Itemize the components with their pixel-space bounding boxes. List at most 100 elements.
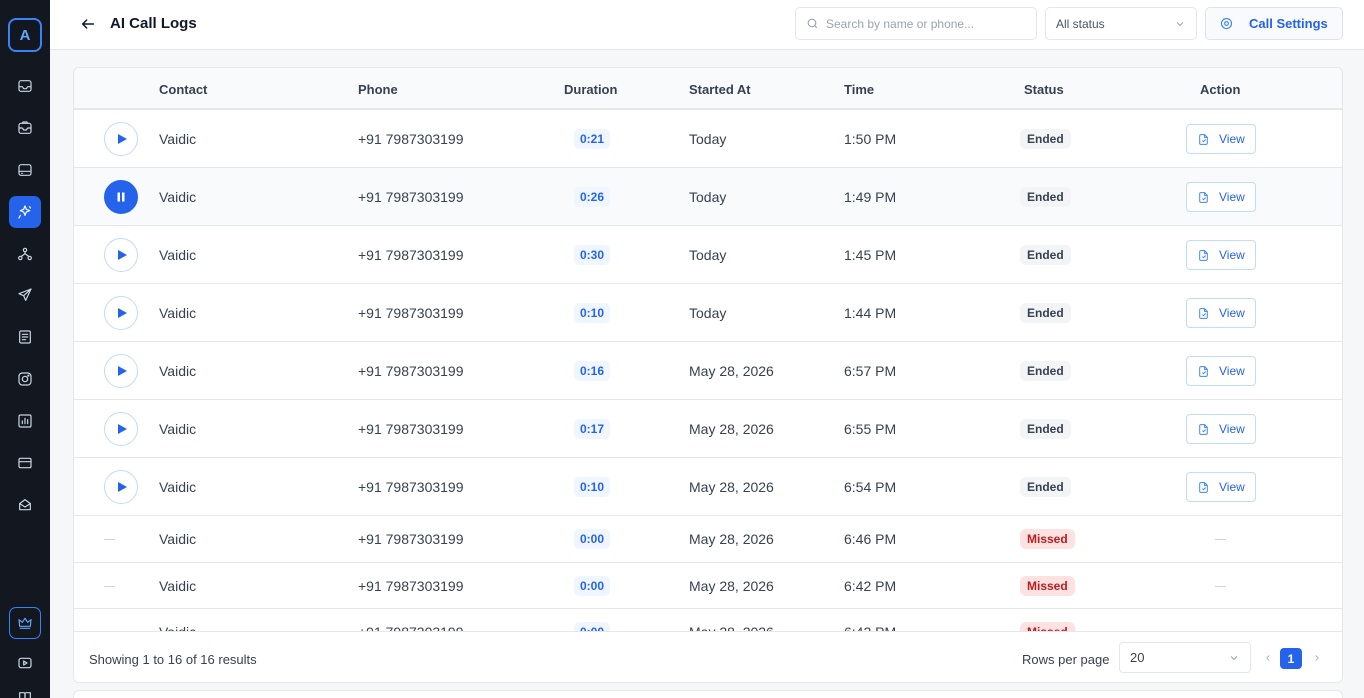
duration-badge: 0:00	[574, 575, 610, 596]
sidebar-item-flows[interactable]	[9, 238, 41, 270]
table-row[interactable]: Vaidic +91 7987303199 0:00 May 28, 2026 6:42…	[74, 609, 1342, 631]
duration-badge: 0:26	[574, 187, 610, 207]
page-button-current[interactable]: 1	[1280, 648, 1302, 669]
contact-name[interactable]: Vaidic	[159, 624, 196, 631]
table-row[interactable]: Vaidic +91 7987303199 0:16 May 28, 2026 6:57…	[74, 342, 1342, 400]
play-button[interactable]	[104, 412, 138, 446]
view-button[interactable]: View	[1186, 356, 1256, 386]
play-button[interactable]	[104, 354, 138, 388]
view-button[interactable]: View	[1186, 414, 1256, 444]
table-row[interactable]: Vaidic +91 7987303199 0:30 Today 1:45 PM Ende…	[74, 226, 1342, 284]
phone-number: +91 7987303199	[358, 131, 464, 147]
rows-per-page-select[interactable]: 20	[1119, 642, 1251, 673]
card-icon	[18, 457, 32, 469]
sidebar-item-premium[interactable]	[9, 607, 41, 639]
column-header-contact[interactable]: Contact	[159, 82, 207, 97]
table-row[interactable]: Vaidic +91 7987303199 0:10 Today 1:44 PM Ende…	[74, 284, 1342, 342]
sidebar-item-integrations[interactable]	[9, 489, 41, 521]
started-at: Today	[689, 131, 727, 147]
contact-name[interactable]: Vaidic	[159, 363, 196, 379]
sidebar-item-broadcast[interactable]	[9, 279, 41, 311]
table-row[interactable]: Vaidic +91 7987303199 0:21 Today 1:50 PM Ende…	[74, 110, 1342, 168]
view-button[interactable]: View	[1186, 298, 1256, 328]
chevron-left-icon	[1266, 655, 1270, 661]
view-button-label: View	[1219, 248, 1245, 262]
duration-badge: 0:30	[574, 245, 610, 265]
sidebar-item-docs[interactable]	[9, 682, 41, 698]
column-header-phone[interactable]: Phone	[358, 82, 398, 97]
play-icon	[118, 482, 127, 492]
next-section-edge	[73, 690, 1343, 698]
search-icon	[807, 18, 818, 29]
view-button[interactable]: View	[1186, 124, 1256, 154]
status-filter-select[interactable]: All status	[1045, 7, 1197, 40]
view-button[interactable]: View	[1186, 182, 1256, 212]
call-settings-button[interactable]: Call Settings	[1205, 7, 1343, 40]
sidebar-item-video[interactable]	[9, 647, 41, 679]
status-badge: Ended	[1020, 303, 1071, 323]
play-button[interactable]	[104, 238, 138, 272]
duration-badge: 0:00	[574, 529, 610, 550]
view-button[interactable]: View	[1186, 472, 1256, 502]
chart-icon	[18, 414, 32, 428]
document-icon	[1199, 307, 1208, 319]
prev-page-button[interactable]	[1261, 650, 1275, 666]
phone-number: +91 7987303199	[358, 479, 464, 495]
sidebar-item-billing[interactable]	[9, 447, 41, 479]
network-icon	[18, 247, 32, 261]
no-recording-dash	[104, 585, 115, 587]
view-button-label: View	[1219, 190, 1245, 204]
next-page-button[interactable]	[1310, 650, 1324, 666]
back-button[interactable]	[78, 14, 98, 34]
started-at: May 28, 2026	[689, 421, 774, 437]
column-header-started-at[interactable]: Started At	[689, 82, 751, 97]
table-row[interactable]: Vaidic +91 7987303199 0:10 May 28, 2026 6:54…	[74, 458, 1342, 516]
contact-name[interactable]: Vaidic	[159, 131, 196, 147]
play-button[interactable]	[104, 470, 138, 504]
sidebar-item-analytics[interactable]	[9, 405, 41, 437]
play-button[interactable]	[104, 122, 138, 156]
call-time: 1:50 PM	[844, 131, 897, 147]
sidebar-item-storage[interactable]	[9, 154, 41, 186]
sidebar-item-templates[interactable]	[9, 321, 41, 353]
contact-name[interactable]: Vaidic	[159, 247, 196, 263]
table-row[interactable]: Vaidic +91 7987303199 0:17 May 28, 2026 6:55…	[74, 400, 1342, 458]
play-icon	[118, 308, 127, 318]
pause-button[interactable]	[104, 180, 138, 214]
inbox-icon	[18, 80, 32, 92]
contact-name[interactable]: Vaidic	[159, 578, 196, 594]
play-icon	[118, 366, 127, 376]
contact-name[interactable]: Vaidic	[159, 305, 196, 321]
package-icon	[19, 499, 31, 511]
chevron-down-icon	[1176, 21, 1184, 26]
contact-name[interactable]: Vaidic	[159, 189, 196, 205]
column-header-time[interactable]: Time	[844, 82, 874, 97]
table-row[interactable]: Vaidic +91 7987303199 0:00 May 28, 2026 6:42…	[74, 562, 1342, 609]
call-time: 1:45 PM	[844, 247, 897, 263]
sidebar-item-campaigns[interactable]	[9, 112, 41, 144]
call-time: 6:42 PM	[844, 624, 896, 631]
play-button[interactable]	[104, 296, 138, 330]
app-logo[interactable]: A	[8, 18, 42, 52]
search-input[interactable]	[826, 16, 1026, 31]
contact-name[interactable]: Vaidic	[159, 479, 196, 495]
view-button[interactable]: View	[1186, 240, 1256, 270]
sidebar-item-instagram[interactable]	[9, 363, 41, 395]
table-row[interactable]: Vaidic +91 7987303199 0:26 Today 1:49 PM Ende…	[74, 168, 1342, 226]
search-box[interactable]	[795, 7, 1037, 40]
contact-name[interactable]: Vaidic	[159, 531, 196, 547]
contact-name[interactable]: Vaidic	[159, 421, 196, 437]
document-icon	[1199, 365, 1208, 377]
call-time: 6:46 PM	[844, 531, 897, 548]
column-header-status[interactable]: Status	[1024, 82, 1064, 97]
chevron-down-icon	[1230, 655, 1238, 660]
status-filter-value: All status	[1056, 16, 1105, 31]
sidebar-item-inbox[interactable]	[9, 70, 41, 102]
duration-badge: 0:16	[574, 361, 610, 381]
sidebar-item-ai-call-logs[interactable]	[9, 196, 41, 228]
started-at: May 28, 2026	[689, 479, 774, 495]
rows-per-page-value: 20	[1130, 650, 1145, 665]
view-button-label: View	[1219, 364, 1245, 378]
table-row[interactable]: Vaidic +91 7987303199 0:00 May 28, 2026 6:46…	[74, 516, 1342, 563]
column-header-duration[interactable]: Duration	[564, 82, 617, 97]
